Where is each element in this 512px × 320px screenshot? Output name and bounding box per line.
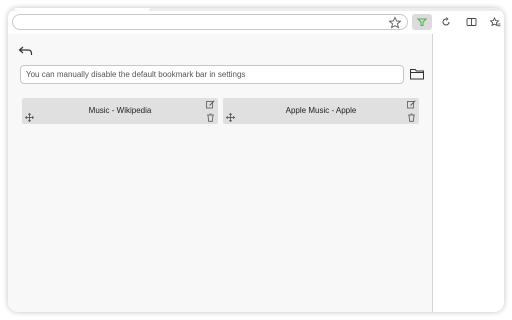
trash-icon[interactable] bbox=[206, 113, 215, 122]
back-arrow-icon[interactable] bbox=[18, 44, 34, 58]
edit-icon[interactable] bbox=[407, 100, 416, 109]
browser-toolbar bbox=[8, 11, 504, 33]
extension-icon bbox=[417, 18, 427, 26]
bookmark-card[interactable]: Music - Wikipedia bbox=[22, 98, 218, 124]
drag-handle-icon[interactable] bbox=[25, 113, 34, 122]
star-icon[interactable] bbox=[388, 16, 402, 30]
favorites-icon bbox=[489, 17, 500, 27]
settings-notice-input[interactable]: You can manually disable the default boo… bbox=[20, 65, 404, 84]
split-screen-icon bbox=[466, 18, 476, 26]
drag-handle-icon[interactable] bbox=[226, 113, 235, 122]
folder-icon[interactable] bbox=[409, 67, 425, 81]
split-screen-button[interactable] bbox=[462, 14, 480, 30]
address-bar[interactable] bbox=[12, 14, 408, 30]
refresh-button[interactable] bbox=[437, 14, 455, 30]
page-content-area bbox=[434, 34, 504, 312]
edit-icon[interactable] bbox=[206, 100, 215, 109]
extension-button[interactable] bbox=[412, 14, 432, 30]
bookmark-title: Apple Music - Apple bbox=[285, 106, 357, 115]
bookmark-panel: You can manually disable the default boo… bbox=[8, 34, 433, 312]
browser-window: You can manually disable the default boo… bbox=[8, 8, 504, 312]
favorites-button[interactable] bbox=[486, 14, 504, 30]
bookmark-title: Music - Wikipedia bbox=[88, 106, 152, 115]
trash-icon[interactable] bbox=[407, 113, 416, 122]
refresh-icon bbox=[442, 17, 450, 26]
bookmark-card[interactable]: Apple Music - Apple bbox=[223, 98, 419, 124]
